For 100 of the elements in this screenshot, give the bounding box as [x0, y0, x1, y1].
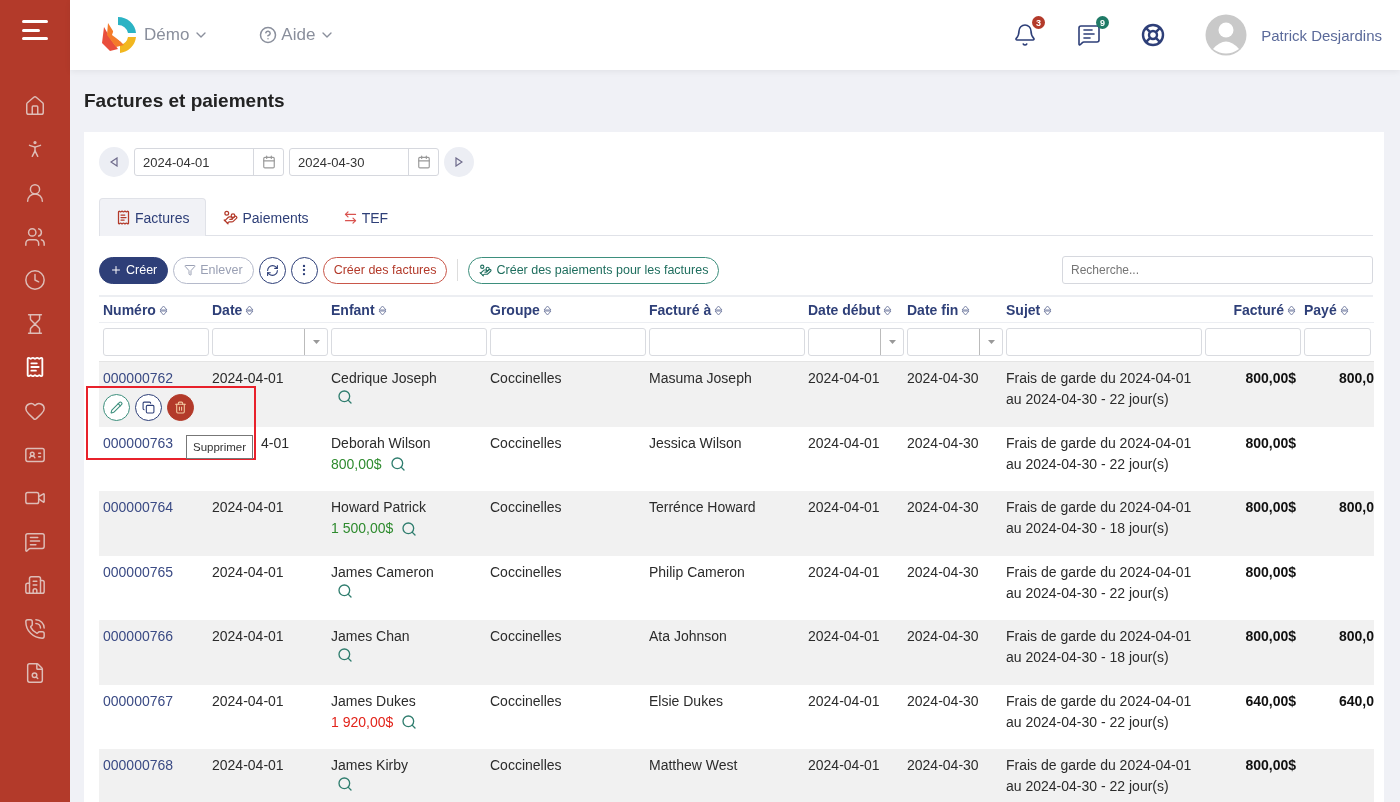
search-icon[interactable] — [337, 389, 353, 405]
column-header[interactable]: Sujet — [1006, 302, 1041, 318]
user-name[interactable]: Patrick Desjardins — [1261, 26, 1382, 44]
table-cell: Elsie Dukes — [649, 692, 723, 709]
column-header[interactable]: Groupe — [490, 302, 540, 318]
table-cell: Coccinelles — [490, 370, 562, 386]
table-cell: 2024-04-30 — [907, 692, 979, 709]
invoice-number-link[interactable]: 000000767 — [103, 690, 174, 712]
copy-button[interactable] — [135, 394, 162, 421]
sort-icon[interactable] — [158, 304, 168, 316]
table-cell: Frais de garde du 2024-04-01 au 2024-04-30 - 22 jour(s) — [1006, 563, 1192, 601]
sort-icon[interactable] — [1287, 304, 1296, 316]
table-cell-text: James Chan — [331, 627, 410, 646]
create-invoices-button[interactable]: Créer des factures — [322, 256, 448, 284]
table-cell: Matthew West — [649, 757, 738, 773]
calendar-icon — [416, 155, 431, 169]
person-icon — [24, 182, 46, 204]
search-field[interactable]: Recherche... — [1062, 256, 1373, 284]
table-cell: 800,00$ — [1245, 370, 1296, 386]
tab[interactable]: Paiements — [206, 198, 326, 236]
table-cell-text: James Dukes — [331, 691, 416, 711]
column-header[interactable]: Payé — [1304, 302, 1337, 318]
table-cell: 2024-04-30 — [907, 563, 979, 580]
sort-icon[interactable] — [961, 304, 971, 316]
invoice-number-link[interactable]: 000000763 — [103, 432, 174, 454]
search-icon[interactable] — [389, 456, 406, 472]
column-header[interactable]: Date — [212, 302, 243, 318]
table-cell-text: James Cameron — [331, 562, 434, 582]
table-cell-text: 4-01 — [261, 433, 290, 453]
table-cell: Coccinelles — [490, 628, 562, 644]
triangle-left-icon — [110, 157, 118, 167]
refresh-button[interactable] — [258, 256, 286, 284]
notification-count: 3 — [1032, 16, 1046, 29]
payment-amount: 1 920,00$ — [331, 712, 394, 732]
building-icon — [24, 574, 46, 597]
table-cell: 2024-04-01 — [808, 370, 880, 386]
pencil-icon — [110, 401, 123, 414]
report-icon — [24, 661, 46, 684]
invoice-number-link[interactable]: 000000766 — [103, 626, 174, 647]
table-cell-text: 2024-04-01 — [212, 691, 284, 711]
sort-icon[interactable] — [245, 304, 255, 316]
start-date-picker[interactable]: 2024-04-01 — [134, 148, 284, 176]
search-icon[interactable] — [337, 582, 353, 599]
table-cell: Coccinelles — [490, 692, 562, 709]
tab[interactable]: TEF — [325, 198, 406, 236]
table-cell: 2024-04-30 — [907, 757, 979, 773]
table-cell-text: 2024-04-01 — [212, 369, 284, 388]
table-cell: Philip Cameron — [649, 563, 745, 580]
sort-icon[interactable] — [1043, 304, 1053, 316]
delete-button[interactable] — [167, 394, 194, 421]
menu-icon[interactable] — [22, 20, 48, 40]
sort-icon[interactable] — [1339, 304, 1349, 316]
more-button[interactable] — [290, 256, 318, 284]
sort-icon[interactable] — [542, 304, 552, 316]
invoice-number-link[interactable]: 000000762 — [103, 368, 174, 389]
invoice-number-link[interactable]: 000000764 — [103, 497, 174, 518]
column-header[interactable]: Date fin — [907, 302, 959, 318]
copy-icon — [142, 401, 155, 414]
invoice-number-link[interactable]: 000000765 — [103, 561, 174, 583]
triangle-right-icon — [455, 157, 463, 167]
payment-icon — [223, 210, 239, 225]
next-button[interactable] — [444, 147, 474, 177]
column-header[interactable]: Enfant — [331, 302, 375, 318]
column-header[interactable]: Date début — [808, 302, 881, 318]
search-icon[interactable] — [401, 714, 418, 730]
edit-button[interactable] — [103, 394, 130, 421]
clock-icon — [24, 269, 46, 292]
sort-icon[interactable] — [377, 304, 387, 316]
previous-button[interactable] — [99, 147, 129, 177]
column-header[interactable]: Facturé à — [649, 302, 712, 318]
search-icon[interactable] — [337, 647, 353, 663]
table-cell-text: 2024-04-01 — [212, 627, 284, 646]
end-date-field[interactable]: 2024-04-30 — [290, 149, 408, 175]
lifebuoy-icon[interactable] — [1141, 23, 1166, 47]
end-date-picker[interactable]: 2024-04-30 — [289, 148, 439, 176]
message-icon[interactable] — [1077, 23, 1102, 47]
tab[interactable]: Factures — [99, 198, 207, 236]
search-icon[interactable] — [337, 776, 353, 792]
page-title: Factures et paiements — [84, 90, 286, 112]
column-header[interactable]: Numéro — [103, 302, 156, 318]
calendar-icon — [261, 155, 276, 169]
sort-icon[interactable] — [883, 304, 893, 316]
column-header[interactable]: Facturé — [1233, 302, 1284, 318]
invoice-number-link[interactable]: 000000768 — [103, 755, 174, 776]
create-button[interactable]: Créer — [99, 256, 169, 284]
table-cell: 800,0 — [1338, 499, 1374, 515]
table-cell: Frais de garde du 2024-04-01 au 2024-04-30 - 22 jour(s) — [1006, 370, 1192, 407]
sort-icon[interactable] — [714, 304, 724, 316]
create-payments-button[interactable]: Créer des paiements pour les factures — [468, 256, 720, 284]
caret-icon — [987, 340, 995, 344]
search-icon[interactable] — [401, 520, 418, 537]
table-cell-text: Deborah Wilson — [331, 433, 431, 453]
caret-icon — [312, 340, 320, 344]
invoice-icon — [116, 210, 131, 225]
table-cell: 2024-04-30 — [907, 628, 979, 644]
table-cell: 640,00$ — [1245, 692, 1296, 709]
start-date-field[interactable]: 2024-04-01 — [135, 149, 253, 175]
table-cell: 800,00$ — [1245, 434, 1296, 451]
filter-icon — [184, 264, 197, 276]
bell-icon[interactable] — [1013, 23, 1038, 47]
